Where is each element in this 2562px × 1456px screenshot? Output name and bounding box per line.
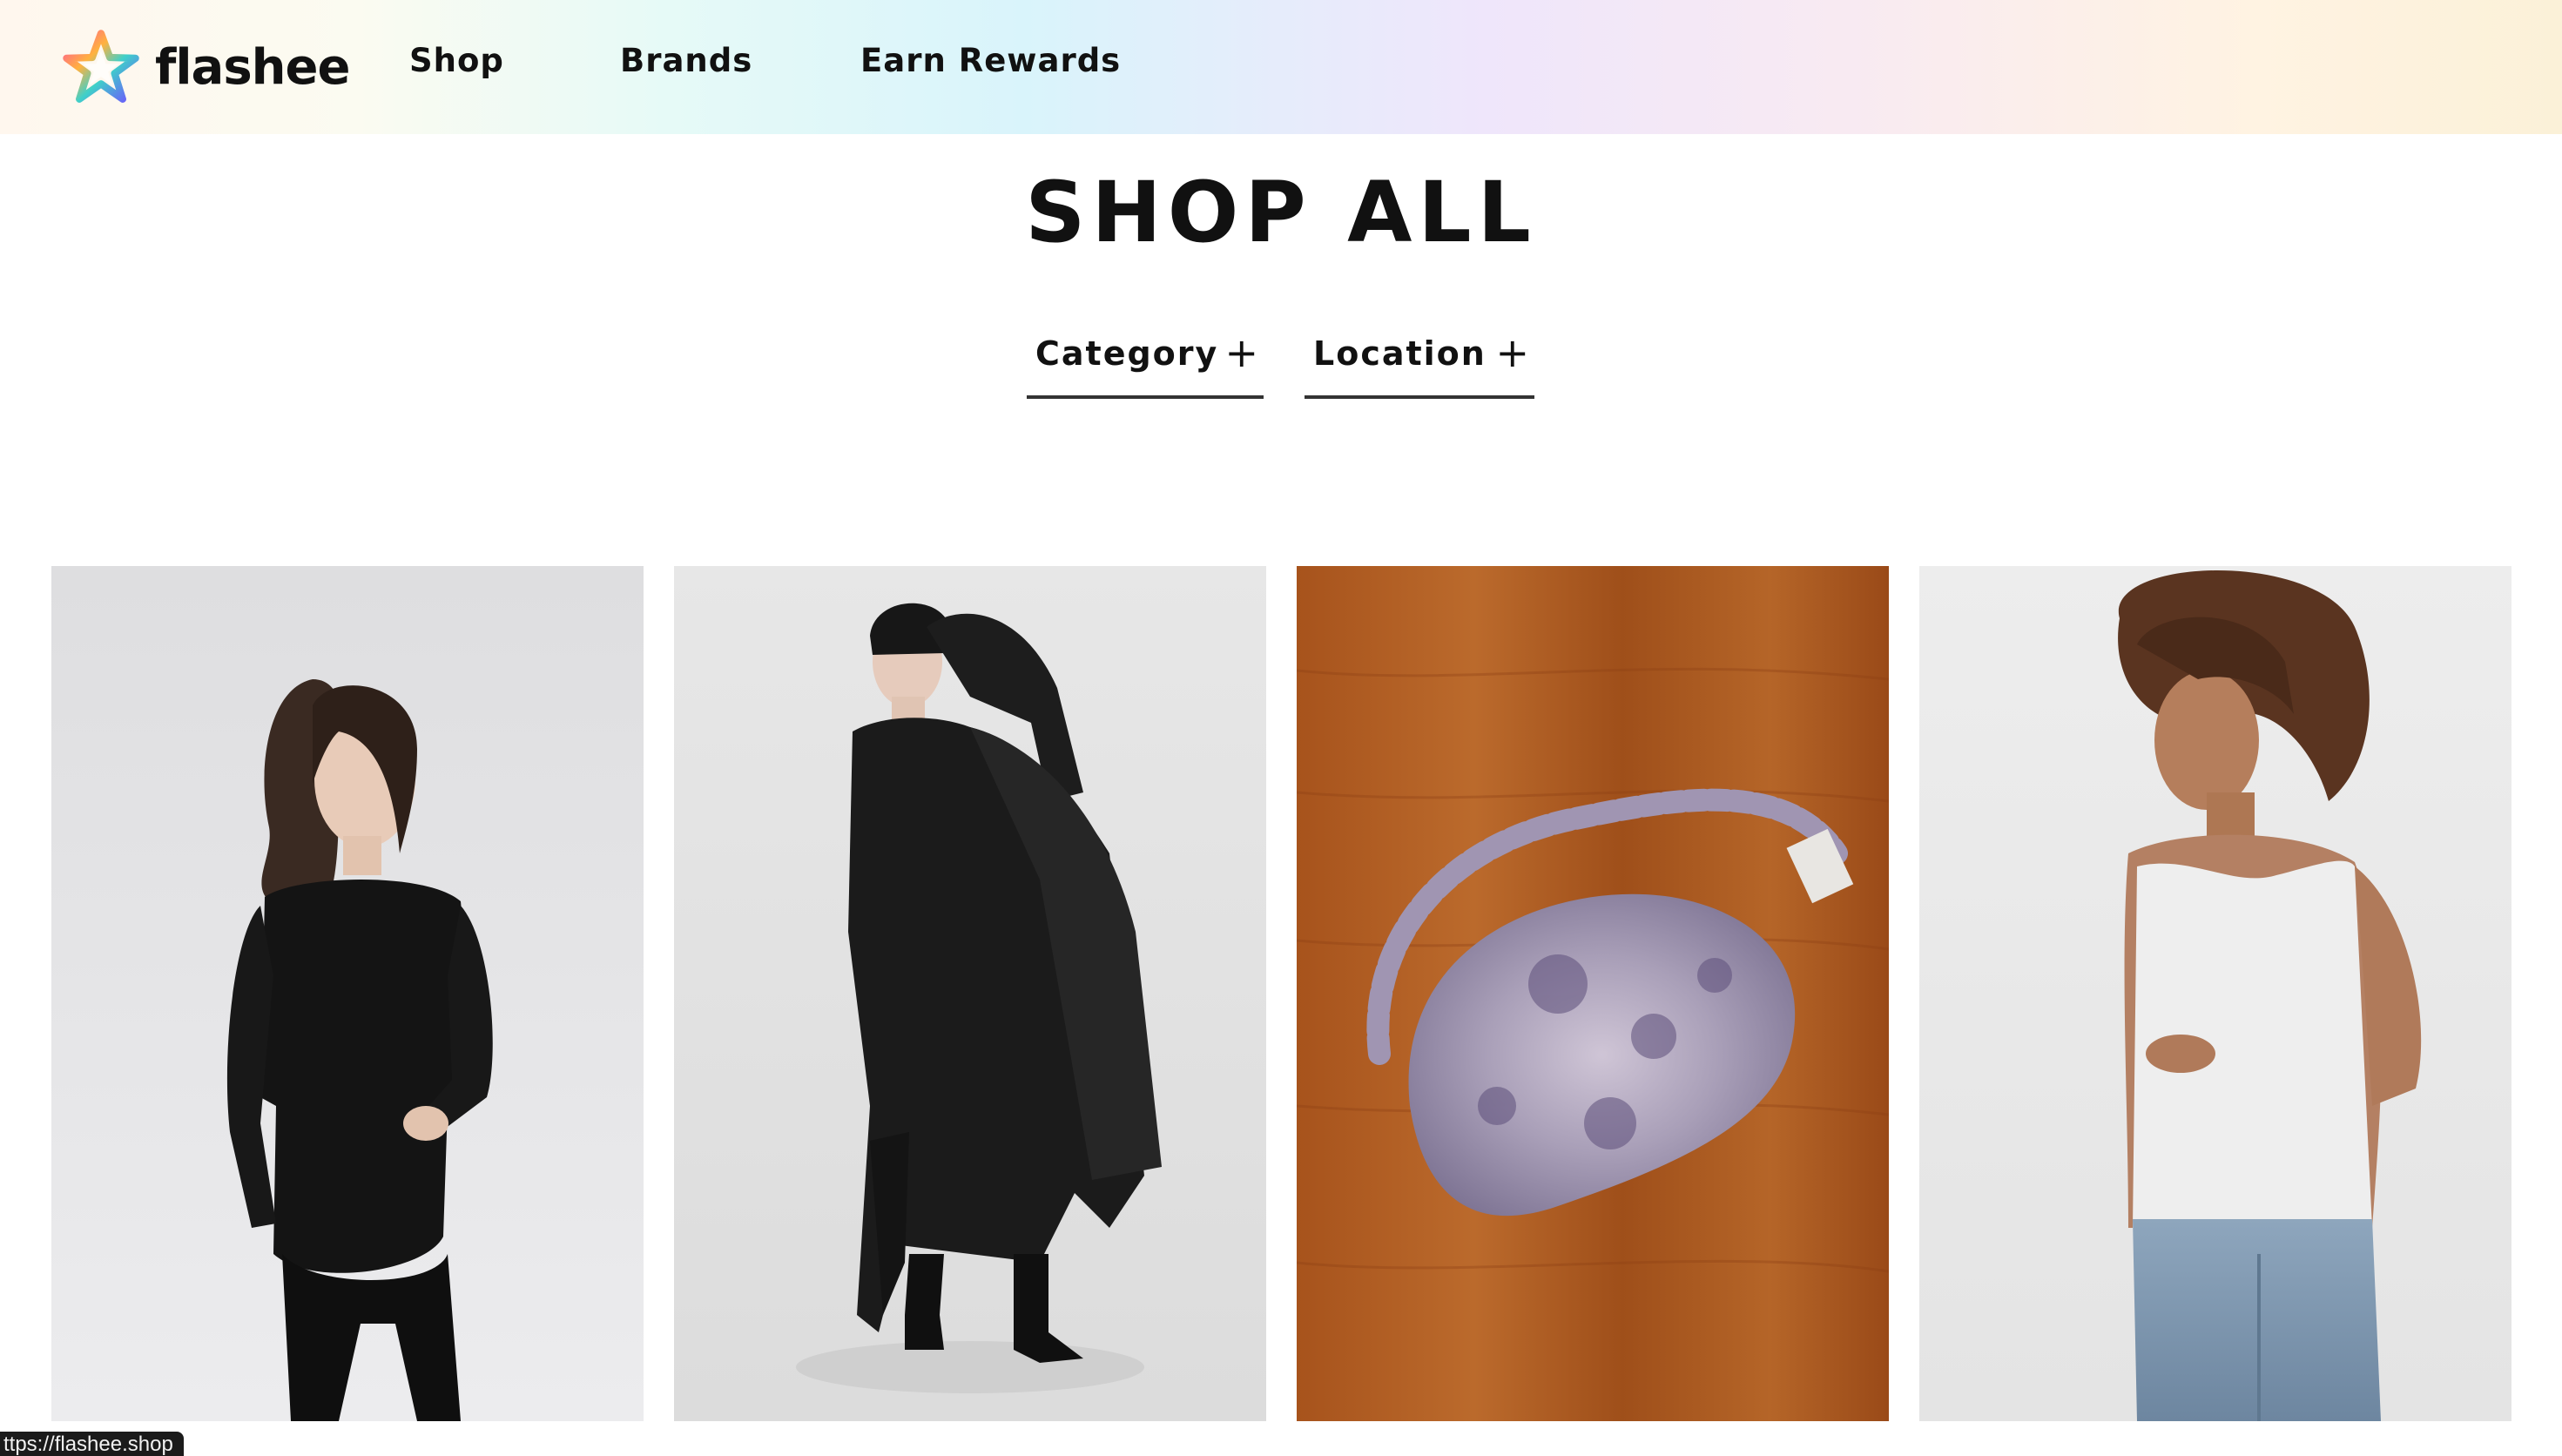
product-card[interactable] (51, 566, 644, 1421)
product-card[interactable] (674, 566, 1266, 1421)
page-title: SHOP ALL (1025, 164, 1537, 261)
product-image (1297, 566, 1889, 1421)
site-header: flashee Shop Brands Earn Rewards (0, 0, 2562, 134)
filter-category[interactable]: Category + (1027, 329, 1264, 399)
plus-icon: + (1224, 329, 1258, 376)
brand-name: flashee (155, 38, 351, 96)
page: flashee Shop Brands Earn Rewards SHOP AL… (0, 0, 2562, 1456)
star-logo-icon (63, 30, 139, 103)
logo-link[interactable]: flashee (61, 26, 351, 108)
nav-shop[interactable]: Shop (409, 42, 504, 79)
nav-brands[interactable]: Brands (620, 42, 752, 79)
product-card[interactable] (1297, 566, 1889, 1421)
plus-icon: + (1495, 329, 1529, 376)
product-image (51, 566, 644, 1421)
filter-location[interactable]: Location + (1305, 329, 1534, 399)
status-bar-url: ttps://flashee.shop (0, 1432, 184, 1456)
product-image (1919, 566, 2511, 1421)
nav-earn-rewards[interactable]: Earn Rewards (860, 42, 1121, 79)
product-image (674, 566, 1266, 1421)
product-card[interactable] (1919, 566, 2511, 1421)
filter-location-label: Location (1313, 334, 1487, 373)
filter-category-label: Category (1035, 334, 1219, 373)
